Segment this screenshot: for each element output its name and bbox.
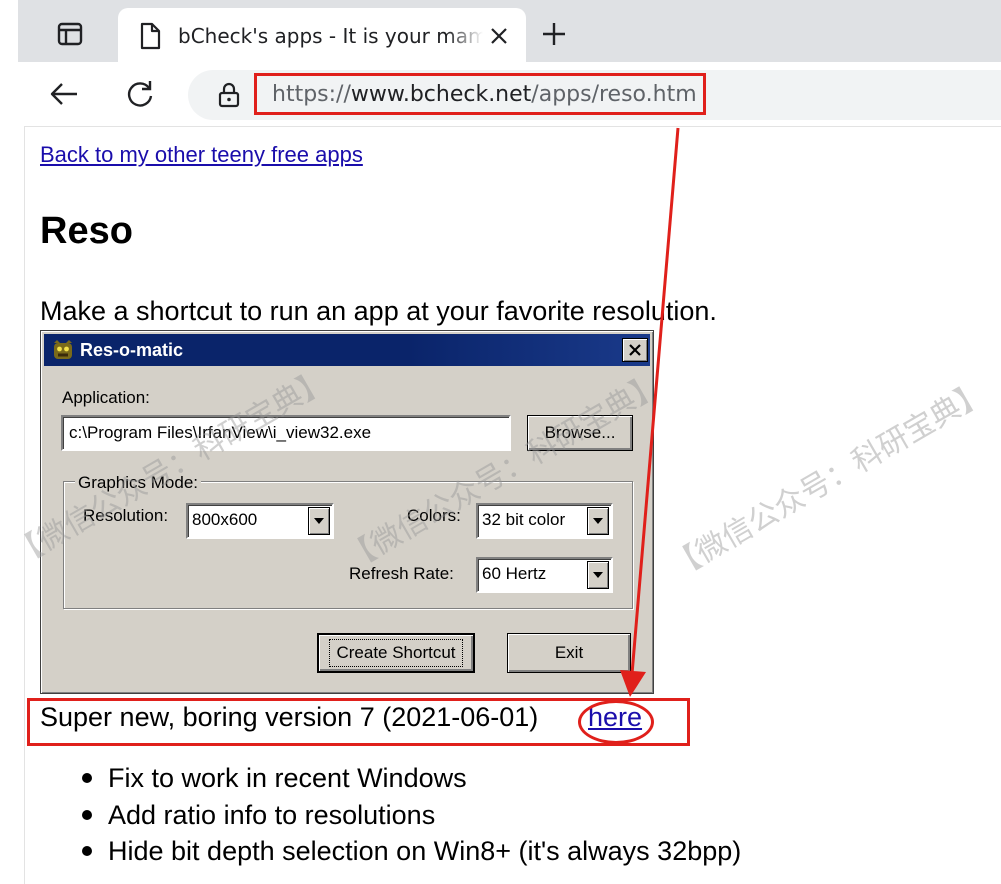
url-prefix: https://: [272, 82, 351, 107]
page-title: Reso: [40, 210, 133, 252]
resolution-value: 800x600: [192, 510, 258, 529]
reload-button[interactable]: [118, 72, 162, 116]
dropdown-arrow-icon[interactable]: [587, 507, 609, 535]
reload-icon: [127, 81, 153, 107]
page-icon: [140, 22, 161, 50]
res-o-matic-dialog: Res-o-matic Application: c:\Program File…: [40, 330, 654, 694]
list-item: Fix to work in recent Windows: [80, 760, 741, 797]
url-host: www.bcheck.net: [350, 82, 532, 107]
list-item: Hide bit depth selection on Win8+ (it's …: [80, 833, 741, 870]
back-button[interactable]: [42, 72, 86, 116]
create-shortcut-button[interactable]: Create Shortcut: [317, 633, 475, 673]
plus-icon: [543, 23, 565, 45]
watermark-text: 【微信公众号：科研宝典】: [664, 374, 994, 586]
close-icon: [491, 28, 507, 44]
lock-icon[interactable]: [218, 82, 240, 108]
tab-actions-icon: [57, 22, 83, 46]
page-divider: [24, 126, 1001, 127]
url-text[interactable]: https://www.bcheck.net/apps/reso.htm: [272, 80, 697, 110]
dropdown-arrow-icon[interactable]: [587, 561, 609, 589]
colors-value: 32 bit color: [482, 510, 566, 529]
exit-button[interactable]: Exit: [507, 633, 631, 673]
release-notes-list: Fix to work in recent Windows Add ratio …: [80, 760, 741, 870]
back-to-apps-link[interactable]: Back to my other teeny free apps: [40, 140, 363, 170]
resolution-select[interactable]: 800x600: [186, 503, 334, 539]
dialog-title-bar: Res-o-matic: [44, 334, 650, 366]
download-here-link[interactable]: here: [588, 698, 642, 736]
version-text: Super new, boring version 7 (2021-06-01): [40, 702, 539, 732]
url-path: /apps/reso.htm: [531, 82, 697, 107]
back-arrow-icon: [50, 83, 77, 105]
close-icon: [629, 344, 641, 356]
tab-title: bCheck's apps - It is your mama's: [178, 24, 483, 48]
page-left-edge: [24, 126, 25, 884]
address-bar[interactable]: https://www.bcheck.net/apps/reso.htm: [188, 70, 1001, 120]
browser-toolbar: https://www.bcheck.net/apps/reso.htm: [18, 62, 1001, 126]
refresh-rate-value: 60 Hertz: [482, 564, 547, 583]
dialog-title: Res-o-matic: [80, 340, 184, 360]
browse-button[interactable]: Browse...: [527, 415, 633, 451]
application-label: Application:: [62, 388, 150, 407]
refresh-rate-select[interactable]: 60 Hertz: [476, 557, 613, 593]
tab-actions-button[interactable]: [48, 14, 92, 54]
graphics-mode-label: Graphics Mode:: [75, 473, 201, 493]
page-tagline: Make a shortcut to run an app at your fa…: [40, 296, 717, 326]
list-item: Add ratio info to resolutions: [80, 797, 741, 834]
dialog-close-button[interactable]: [622, 338, 648, 362]
screenshot-root: bCheck's apps - It is your mama's https:…: [0, 0, 1001, 884]
resolution-label: Resolution:: [83, 506, 169, 525]
app-monster-icon: [54, 340, 72, 359]
create-shortcut-label: Create Shortcut: [329, 639, 463, 667]
active-tab[interactable]: bCheck's apps - It is your mama's: [118, 8, 526, 64]
tab-close-button[interactable]: [484, 21, 514, 51]
colors-label: Colors:: [407, 506, 461, 525]
new-tab-button[interactable]: [534, 14, 574, 54]
dropdown-arrow-icon[interactable]: [308, 507, 330, 535]
tab-strip: bCheck's apps - It is your mama's: [18, 0, 1001, 64]
refresh-rate-label: Refresh Rate:: [349, 564, 454, 583]
application-path-field[interactable]: c:\Program Files\IrfanView\i_view32.exe: [61, 415, 511, 451]
colors-select[interactable]: 32 bit color: [476, 503, 613, 539]
